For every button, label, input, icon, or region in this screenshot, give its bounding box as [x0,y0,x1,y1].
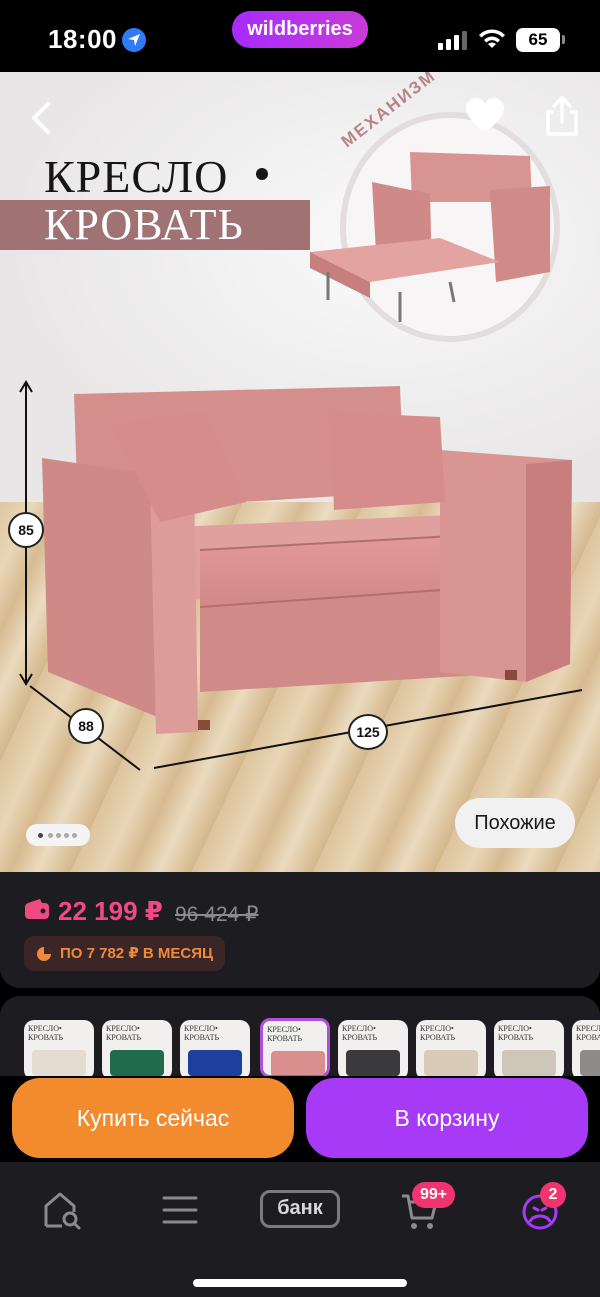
installment-badge[interactable]: ПО 7 782 ₽ В МЕСЯЦ [24,936,225,971]
variant-sofa-swatch [502,1050,556,1076]
mechanism-sofa-image [310,152,550,322]
variant-sofa-swatch [346,1050,400,1076]
variant-sofa-swatch [110,1050,164,1076]
color-variants: КРЕСЛО• КРОВАТЬ КРЕСЛО• КРОВАТЬ КРЕСЛО• КР… [0,996,600,1076]
variant-thumbnail[interactable]: КРЕСЛО• КРОВАТЬ [102,1020,172,1076]
battery-tip [562,35,565,44]
share-icon[interactable] [542,94,582,138]
favorite-heart-icon[interactable] [464,96,506,136]
current-price: 22 199 ₽ [58,896,163,926]
dimension-width: 125 [348,714,388,750]
profile-badge: 2 [540,1182,566,1208]
wildberries-logo-pill[interactable]: wildberries [232,11,368,48]
variant-thumbnail[interactable]: КРЕСЛО• КРОВАТЬ [338,1020,408,1076]
promo-title-line2: КРОВАТЬ [44,200,244,249]
variant-thumbnail-label: КРЕСЛО• КРОВАТЬ [576,1024,600,1042]
bottom-tab-bar: банк 99+ 2 [0,1162,600,1297]
installment-text: ПО 7 782 ₽ В МЕСЯЦ [60,945,213,962]
buy-now-button[interactable]: Купить сейчас [12,1078,294,1158]
variant-thumbnail-label: КРЕСЛО• КРОВАТЬ [498,1024,534,1042]
variant-thumbnail[interactable]: КРЕСЛО• КРОВАТЬ [494,1020,564,1076]
home-indicator [193,1279,407,1287]
home-search-icon[interactable] [40,1188,84,1232]
dimension-depth: 88 [68,708,104,744]
status-time: 18:00 [48,24,117,54]
gallery-pagination [26,824,90,846]
variant-sofa-swatch [271,1051,325,1075]
catalog-menu-icon[interactable] [158,1188,202,1232]
old-price: 96 424 ₽ [175,903,259,926]
variant-thumbnail-label: КРЕСЛО• КРОВАТЬ [28,1024,64,1042]
promo-title-line1: КРЕСЛО [44,151,229,202]
dimension-height: 85 [8,512,44,548]
variant-thumbnail-label: КРЕСЛО• КРОВАТЬ [420,1024,456,1042]
cart-badge: 99+ [412,1182,456,1208]
bank-tab[interactable]: банк [260,1190,340,1228]
location-icon [122,28,146,52]
variant-thumbnail[interactable]: КРЕСЛО• КРОВАТЬ [260,1018,330,1076]
similar-button[interactable]: Похожие [455,798,575,848]
variant-thumbnail-label: КРЕСЛО• КРОВАТЬ [184,1024,220,1042]
variant-thumbnail-label: КРЕСЛО• КРОВАТЬ [342,1024,378,1042]
variant-thumbnail[interactable]: КРЕСЛО• КРОВАТЬ [180,1020,250,1076]
variant-thumbnail[interactable]: КРЕСЛО• КРОВАТЬ [572,1020,600,1076]
variant-sofa-swatch [424,1050,478,1076]
variant-thumbnail-label: КРЕСЛО• КРОВАТЬ [106,1024,142,1042]
variant-thumbnail[interactable]: КРЕСЛО• КРОВАТЬ [24,1020,94,1076]
back-icon[interactable] [22,98,62,138]
promo-dot [256,168,268,180]
variant-thumbnail[interactable]: КРЕСЛО• КРОВАТЬ [416,1020,486,1076]
variant-sofa-swatch [580,1050,600,1076]
pie-chart-icon [37,947,51,961]
wallet-icon [25,899,49,919]
add-to-cart-button[interactable]: В корзину [306,1078,588,1158]
battery-icon: 65 [516,28,560,52]
price-card: 22 199 ₽ 96 424 ₽ ПО 7 782 ₽ В МЕСЯЦ [0,872,600,988]
wifi-icon [479,29,505,48]
variant-sofa-swatch [32,1050,86,1076]
status-bar: 18:00 wildberries 65 [0,0,600,72]
signal-icon [438,31,467,50]
variant-thumbnail-label: КРЕСЛО• КРОВАТЬ [267,1025,303,1043]
variant-sofa-swatch [188,1050,242,1076]
product-gallery[interactable]: КРЕСЛО КРОВАТЬ МЕХАНИЗМ «ЮНИОР» 85 88 12… [0,72,600,872]
